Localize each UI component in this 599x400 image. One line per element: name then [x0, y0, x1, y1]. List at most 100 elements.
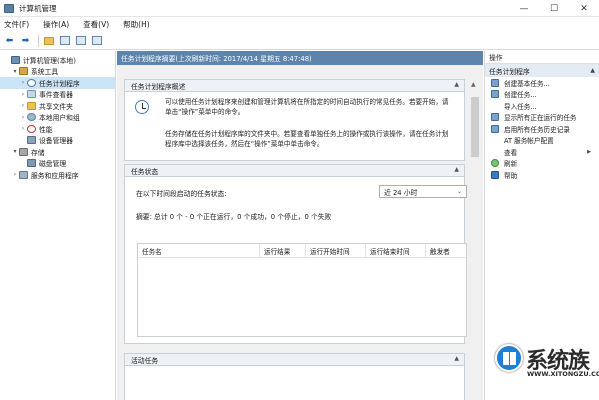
menu-file[interactable]: 文件(F): [4, 19, 29, 30]
tree-item-device-manager[interactable]: 设备管理器: [0, 135, 115, 147]
users-icon: [27, 113, 36, 122]
action-label: AT 服务帐户配置: [504, 137, 554, 146]
close-button[interactable]: ✕: [569, 0, 599, 17]
expand-down-icon[interactable]: ▾: [11, 68, 19, 75]
expand-down-icon[interactable]: ▾: [11, 148, 19, 155]
overview-section: 任务计划程序概述 ▲ 可以使用任务计划程序来创建和管理计算机将在所指定的时间自动…: [124, 79, 465, 161]
tree-item-label: 服务和应用程序: [31, 171, 79, 180]
vertical-scrollbar[interactable]: ▲: [469, 79, 481, 399]
folder-icon: [27, 101, 36, 110]
menu-action[interactable]: 操作(A): [43, 19, 69, 30]
back-arrow-icon[interactable]: ⬅: [3, 34, 16, 47]
windows-logo-icon: [495, 344, 523, 372]
expand-right-icon[interactable]: ›: [19, 102, 27, 109]
tree-item-task-scheduler[interactable]: › 任务计划程序: [0, 77, 115, 89]
show-hide-action-pane-icon[interactable]: [90, 34, 103, 47]
main-pane: 任务计划程序摘要(上次刷新时间: 2017/4/14 星期五 8:47:48) …: [117, 51, 483, 400]
navigation-tree: 计算机管理(本地) ▾ 系统工具 › 任务计划程序 › 事件查看器 › 共享文件夹 › 本地用户和组…: [0, 51, 116, 400]
tree-item-label: 共享文件夹: [39, 102, 73, 111]
action-help[interactable]: 帮助: [485, 169, 599, 181]
action-at-service-config[interactable]: AT 服务帐户配置: [485, 135, 599, 147]
task-status-section-header[interactable]: 任务状态 ▲: [125, 165, 464, 177]
column-header-triggered-by[interactable]: 触发者: [426, 244, 466, 258]
overview-paragraph-2: 任务存储在任务计划程序库的文件夹中。若要查看单独任务上的操作或执行该操作，请在任…: [165, 130, 449, 148]
action-refresh[interactable]: 刷新: [485, 158, 599, 170]
show-hide-tree-icon[interactable]: [58, 34, 71, 47]
menu-bar: 文件(F) 操作(A) 查看(V) 帮助(H): [0, 17, 599, 32]
collapse-up-icon[interactable]: ▲: [454, 166, 459, 173]
tree-item-label: 磁盘管理: [39, 160, 67, 169]
column-header-run-result[interactable]: 运行结果: [260, 243, 306, 258]
column-header-task-name[interactable]: 任务名: [138, 243, 260, 258]
tree-item-disk-management[interactable]: 磁盘管理: [0, 158, 115, 170]
expand-right-icon[interactable]: ›: [19, 114, 27, 121]
expand-right-icon[interactable]: ›: [19, 125, 27, 132]
action-view[interactable]: 查看 ▶: [485, 146, 599, 158]
minimize-button[interactable]: —: [509, 0, 539, 17]
task-status-table: 任务名 运行结果 运行开始时间 运行结束时间 触发者: [137, 243, 467, 337]
action-label: 查看: [504, 148, 518, 157]
up-folder-icon[interactable]: [42, 34, 55, 47]
status-period-label: 在以下时间段启动的任务状态:: [136, 190, 227, 198]
active-tasks-section-title: 活动任务: [131, 356, 159, 365]
overview-section-header[interactable]: 任务计划程序概述 ▲: [125, 80, 464, 92]
watermark-site: WWW.XITONGZU.COM: [527, 370, 599, 378]
tree-item-system-tools[interactable]: ▾ 系统工具: [0, 66, 115, 78]
log-icon: [27, 90, 36, 99]
tools-icon: [19, 67, 28, 76]
column-header-run-end[interactable]: 运行结束时间: [366, 243, 426, 258]
maximize-button[interactable]: ☐: [539, 0, 569, 17]
expand-right-icon[interactable]: ›: [11, 171, 19, 178]
active-tasks-section-header[interactable]: 活动任务 ▲: [125, 354, 464, 366]
summary-header: 任务计划程序摘要(上次刷新时间: 2017/4/14 星期五 8:47:48): [117, 51, 483, 65]
scroll-up-arrow-icon[interactable]: ▲: [471, 81, 476, 88]
properties-icon[interactable]: [74, 34, 87, 47]
action-label: 创建任务...: [504, 91, 537, 100]
action-show-running-tasks[interactable]: 显示所有正在运行的任务: [485, 112, 599, 124]
at-service-config-icon: [491, 136, 499, 144]
active-tasks-section: 活动任务 ▲: [124, 353, 465, 400]
tree-item-shared-folders[interactable]: › 共享文件夹: [0, 100, 115, 112]
expand-right-icon[interactable]: ›: [19, 79, 27, 86]
expand-right-icon[interactable]: ›: [19, 91, 27, 98]
overview-paragraph-1: 可以使用任务计划程序来创建和管理计算机将在所指定的时间自动执行的常见任务。若要开…: [165, 98, 449, 116]
submenu-arrow-icon: ▶: [587, 149, 591, 155]
tree-item-performance[interactable]: › 性能: [0, 123, 115, 135]
actions-group-task-scheduler[interactable]: 任务计划程序 ▲: [485, 64, 599, 77]
action-create-basic-task[interactable]: 创建基本任务...: [485, 77, 599, 89]
services-icon: [19, 170, 28, 179]
action-label: 启用所有任务历史记录: [504, 125, 570, 134]
scrollbar-thumb[interactable]: [471, 97, 479, 157]
tree-item-services-apps[interactable]: › 服务和应用程序: [0, 169, 115, 181]
show-running-tasks-icon: [491, 113, 499, 122]
storage-icon: [19, 147, 28, 156]
tree-item-label: 任务计划程序: [39, 79, 80, 88]
computer-icon: [11, 55, 20, 64]
status-period-value: 近 24 小时: [384, 188, 418, 197]
column-header-run-start[interactable]: 运行开始时间: [306, 243, 366, 258]
disk-icon: [27, 159, 36, 168]
menu-help[interactable]: 帮助(H): [123, 19, 150, 30]
collapse-up-icon[interactable]: ▲: [454, 355, 459, 362]
collapse-up-icon[interactable]: ▲: [454, 81, 459, 88]
collapse-up-icon[interactable]: ▲: [590, 67, 595, 74]
task-scheduler-clock-icon: [135, 100, 149, 114]
action-import-task[interactable]: 导入任务...: [485, 100, 599, 112]
chevron-down-icon: ⌄: [456, 188, 462, 195]
menu-view[interactable]: 查看(V): [83, 19, 109, 30]
tree-item-label: 性能: [39, 125, 53, 134]
action-label: 帮助: [504, 171, 518, 180]
title-bar: 计算机管理 — ☐ ✕: [0, 0, 599, 17]
status-period-dropdown[interactable]: 近 24 小时 ⌄: [379, 185, 467, 198]
tree-item-event-viewer[interactable]: › 事件查看器: [0, 89, 115, 101]
forward-arrow-icon[interactable]: ➡: [19, 34, 32, 47]
tree-item-computer-management[interactable]: 计算机管理(本地): [0, 54, 115, 66]
action-label: 显示所有正在运行的任务: [504, 114, 577, 123]
action-enable-history[interactable]: 启用所有任务历史记录: [485, 123, 599, 135]
action-create-task[interactable]: 创建任务...: [485, 89, 599, 101]
task-status-table-header: 任务名 运行结果 运行开始时间 运行结束时间 触发者: [138, 243, 466, 258]
create-task-icon: [491, 90, 499, 99]
view-icon: [491, 148, 499, 156]
tree-item-local-users[interactable]: › 本地用户和组: [0, 112, 115, 124]
tree-item-storage[interactable]: ▾ 存储: [0, 146, 115, 158]
